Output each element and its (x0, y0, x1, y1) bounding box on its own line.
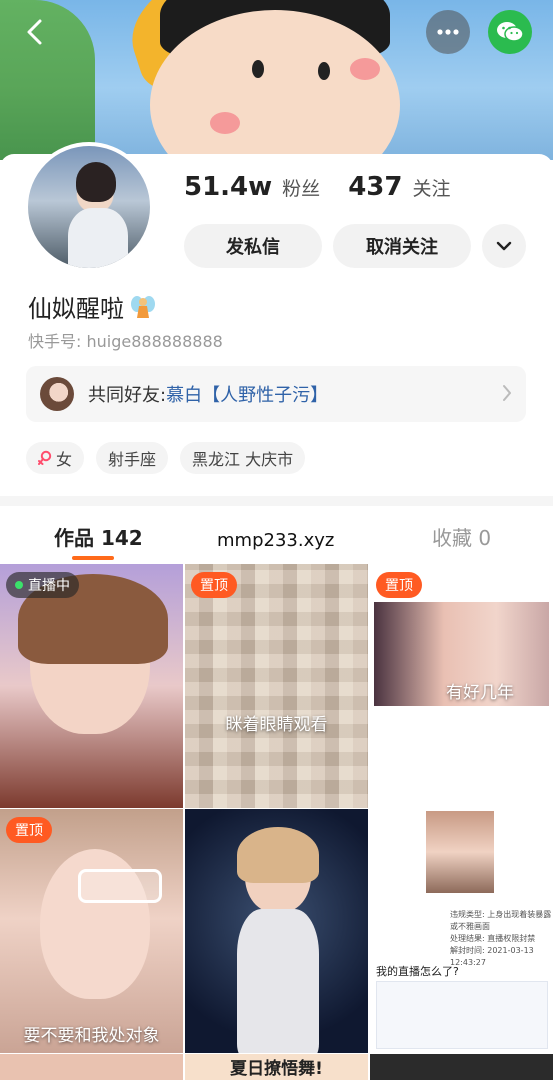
cover-eye (318, 62, 330, 80)
following-count[interactable]: 437 (348, 172, 402, 202)
mutual-friend-name[interactable]: 慕白【人野性子污】 (166, 381, 328, 407)
pinned-badge: 置顶 (191, 572, 237, 598)
active-tab-indicator (72, 556, 114, 560)
thumbnail-glasses (78, 869, 162, 903)
pixelated-thumbnail (185, 564, 368, 808)
avatar-body (68, 208, 128, 268)
fairy-emoji-icon (131, 295, 155, 318)
info-label: 解封时间: (450, 946, 485, 955)
illustration-panel (376, 981, 548, 1049)
violation-info: 违规类型: 上身出现着装暴露或不雅画面 处理结果: 直播权限封禁 解封时间: 2… (450, 909, 553, 969)
back-button[interactable] (14, 12, 54, 52)
female-icon (38, 450, 52, 465)
grid-item[interactable]: 直播中 (0, 564, 183, 808)
message-button[interactable]: 发私信 (184, 224, 322, 268)
tab-works[interactable]: 作品 142 (54, 522, 143, 551)
mutual-friends-label: 共同好友: (88, 385, 167, 406)
cover-cheek (350, 58, 380, 80)
cover-eye (252, 60, 264, 78)
wechat-icon (497, 22, 524, 42)
profile-stats: 51.4w 粉丝 437 关注 (184, 172, 468, 202)
grid-item[interactable]: 置顶 有好几年 (370, 564, 553, 808)
following-label[interactable]: 关注 (412, 174, 450, 201)
badge-label: 直播中 (28, 578, 70, 594)
followers-count[interactable]: 51.4w (184, 172, 272, 202)
grid-item-partial[interactable] (370, 1054, 553, 1080)
unfollow-button[interactable]: 取消关注 (333, 224, 471, 268)
video-caption: 眯着眼睛观看 (225, 715, 328, 735)
avatar-hair (76, 162, 116, 202)
wechat-share-button[interactable] (488, 10, 532, 54)
nickname-text: 仙姒醒啦 (28, 295, 124, 323)
tag-label: 女 (56, 450, 73, 469)
profile-card: 51.4w 粉丝 437 关注 发私信 取消关注 仙姒醒啦 快手号: huige… (0, 142, 553, 496)
mutual-friends[interactable]: 共同好友: 慕白【人野性子污】 (26, 366, 526, 422)
thumbnail-photo (426, 811, 494, 893)
profile-cover (0, 0, 553, 160)
section-divider (0, 496, 553, 506)
grid-item[interactable]: 置顶 眯着眼睛观看 (185, 564, 368, 808)
grid-item-partial[interactable]: 夏日撩悟舞! (185, 1054, 368, 1080)
profile-tags: 女 射手座 黑龙江 大庆市 (26, 442, 306, 474)
thumbnail-hair (237, 827, 319, 883)
watermark-text: mmp233.xyz (217, 530, 335, 551)
info-label: 处理结果: (450, 934, 485, 943)
tag-label: 黑龙江 大庆市 (192, 450, 294, 469)
tab-favorites[interactable]: 收藏 0 (432, 522, 491, 551)
kwai-id: 快手号: huige888888888 (28, 332, 223, 351)
content-tabs: 作品 142 mmp233.xyz 收藏 0 (0, 506, 553, 564)
expand-button[interactable] (482, 224, 526, 268)
pinned-badge: 置顶 (6, 817, 52, 843)
grid-item[interactable]: 违规类型: 上身出现着装暴露或不雅画面 处理结果: 直播权限封禁 解封时间: 2… (370, 809, 553, 1053)
mutual-friend-avatar (40, 377, 74, 411)
video-caption: 夏日撩悟舞! (230, 1059, 323, 1079)
cover-cheek (210, 112, 240, 134)
more-dots-icon (437, 29, 459, 35)
thumbnail-dress (237, 909, 319, 1053)
tag-gender: 女 (26, 442, 85, 474)
info-value: 直播权限封禁 (487, 934, 536, 943)
chevron-down-icon (496, 241, 512, 251)
pinned-badge: 置顶 (376, 572, 422, 598)
followers-label[interactable]: 粉丝 (282, 174, 320, 201)
badge-label: 置顶 (385, 578, 413, 594)
nickname: 仙姒醒啦 (28, 289, 156, 324)
more-button[interactable] (426, 10, 470, 54)
live-badge: 直播中 (6, 572, 79, 598)
badge-label: 置顶 (200, 578, 228, 594)
live-dot-icon (15, 581, 23, 589)
tag-label: 射手座 (108, 450, 157, 469)
chevron-right-icon (503, 385, 511, 401)
live-question: 我的直播怎么了? (376, 965, 459, 978)
tag-location: 黑龙江 大庆市 (180, 442, 306, 474)
grid-item[interactable] (185, 809, 368, 1053)
avatar[interactable] (24, 142, 154, 272)
grid-item-partial[interactable] (0, 1054, 183, 1080)
info-label: 违规类型: (450, 910, 485, 919)
badge-label: 置顶 (15, 823, 43, 839)
grid-item[interactable]: 置顶 要不要和我处对象 (0, 809, 183, 1053)
video-caption: 有好几年 (446, 683, 514, 703)
video-caption: 要不要和我处对象 (23, 1026, 160, 1046)
tag-constellation: 射手座 (96, 442, 169, 474)
chevron-left-icon (27, 19, 42, 45)
